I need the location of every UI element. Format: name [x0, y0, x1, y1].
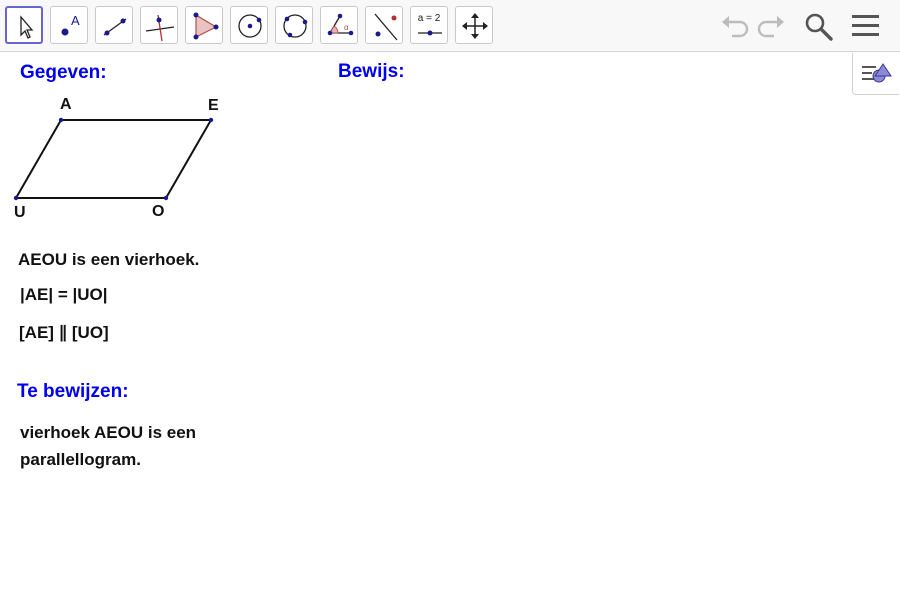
search-button[interactable] — [802, 10, 836, 42]
undo-button[interactable] — [718, 10, 752, 42]
perpendicular-line-icon — [145, 14, 175, 42]
point-tool-button[interactable]: A — [50, 6, 88, 44]
circle-three-points-tool-button[interactable] — [275, 6, 313, 44]
proof-title: Bewijs: — [338, 61, 405, 82]
point-label-O: O — [152, 203, 165, 220]
search-icon — [805, 13, 833, 41]
given-line-parallel-sides: [AE] ∥ [UO] — [19, 323, 109, 342]
parallelogram-AEOU — [14, 119, 213, 199]
toolbar: A α a = 2 — [0, 0, 900, 52]
graphics-view[interactable]: Gegeven: Bewijs: A E O U AEOU is een vie… — [0, 53, 900, 600]
circle-three-points-icon — [283, 14, 308, 38]
point-icon: A — [61, 13, 80, 36]
to-prove-line-1: vierhoek AEOU is een — [20, 423, 197, 442]
point-label-U: U — [14, 204, 26, 221]
point-U — [13, 195, 19, 201]
segment-icon — [103, 18, 127, 36]
undo-icon — [722, 16, 749, 38]
cursor-arrow-icon — [20, 15, 34, 39]
slider-icon — [418, 30, 442, 36]
parallelogram-figure — [13, 117, 214, 201]
point-label-A: A — [60, 96, 72, 113]
menu-icon — [852, 15, 879, 36]
slider-tool-button[interactable]: a = 2 — [410, 6, 448, 44]
segment-tool-button[interactable] — [95, 6, 133, 44]
redo-button[interactable] — [754, 10, 788, 42]
move-graphics-view-tool-button[interactable] — [455, 6, 493, 44]
svg-text:A: A — [71, 13, 80, 28]
move-arrows-icon — [462, 13, 488, 39]
svg-text:α: α — [344, 23, 349, 32]
point-A — [58, 117, 64, 123]
polygon-icon — [193, 12, 219, 40]
point-O — [163, 195, 169, 201]
polygon-tool-button[interactable] — [185, 6, 223, 44]
to-prove-title: Te bewijzen: — [17, 381, 129, 402]
circle-center-point-tool-button[interactable] — [230, 6, 268, 44]
point-label-E: E — [208, 97, 219, 114]
move-tool-button[interactable] — [5, 6, 43, 44]
angle-tool-button[interactable]: α — [320, 6, 358, 44]
angle-icon: α — [327, 13, 354, 36]
point-E — [208, 117, 214, 123]
perpendicular-line-tool-button[interactable] — [140, 6, 178, 44]
to-prove-line-2: parallellogram. — [20, 450, 141, 469]
redo-icon — [757, 16, 784, 38]
circle-center-point-icon — [238, 14, 262, 38]
main-menu-button[interactable] — [849, 10, 883, 42]
reflect-about-line-tool-button[interactable] — [365, 6, 403, 44]
given-line-quadrilateral: AEOU is een vierhoek. — [18, 250, 200, 269]
given-line-equal-sides: |AE| = |UO| — [20, 285, 108, 304]
reflect-about-line-icon — [374, 13, 398, 41]
